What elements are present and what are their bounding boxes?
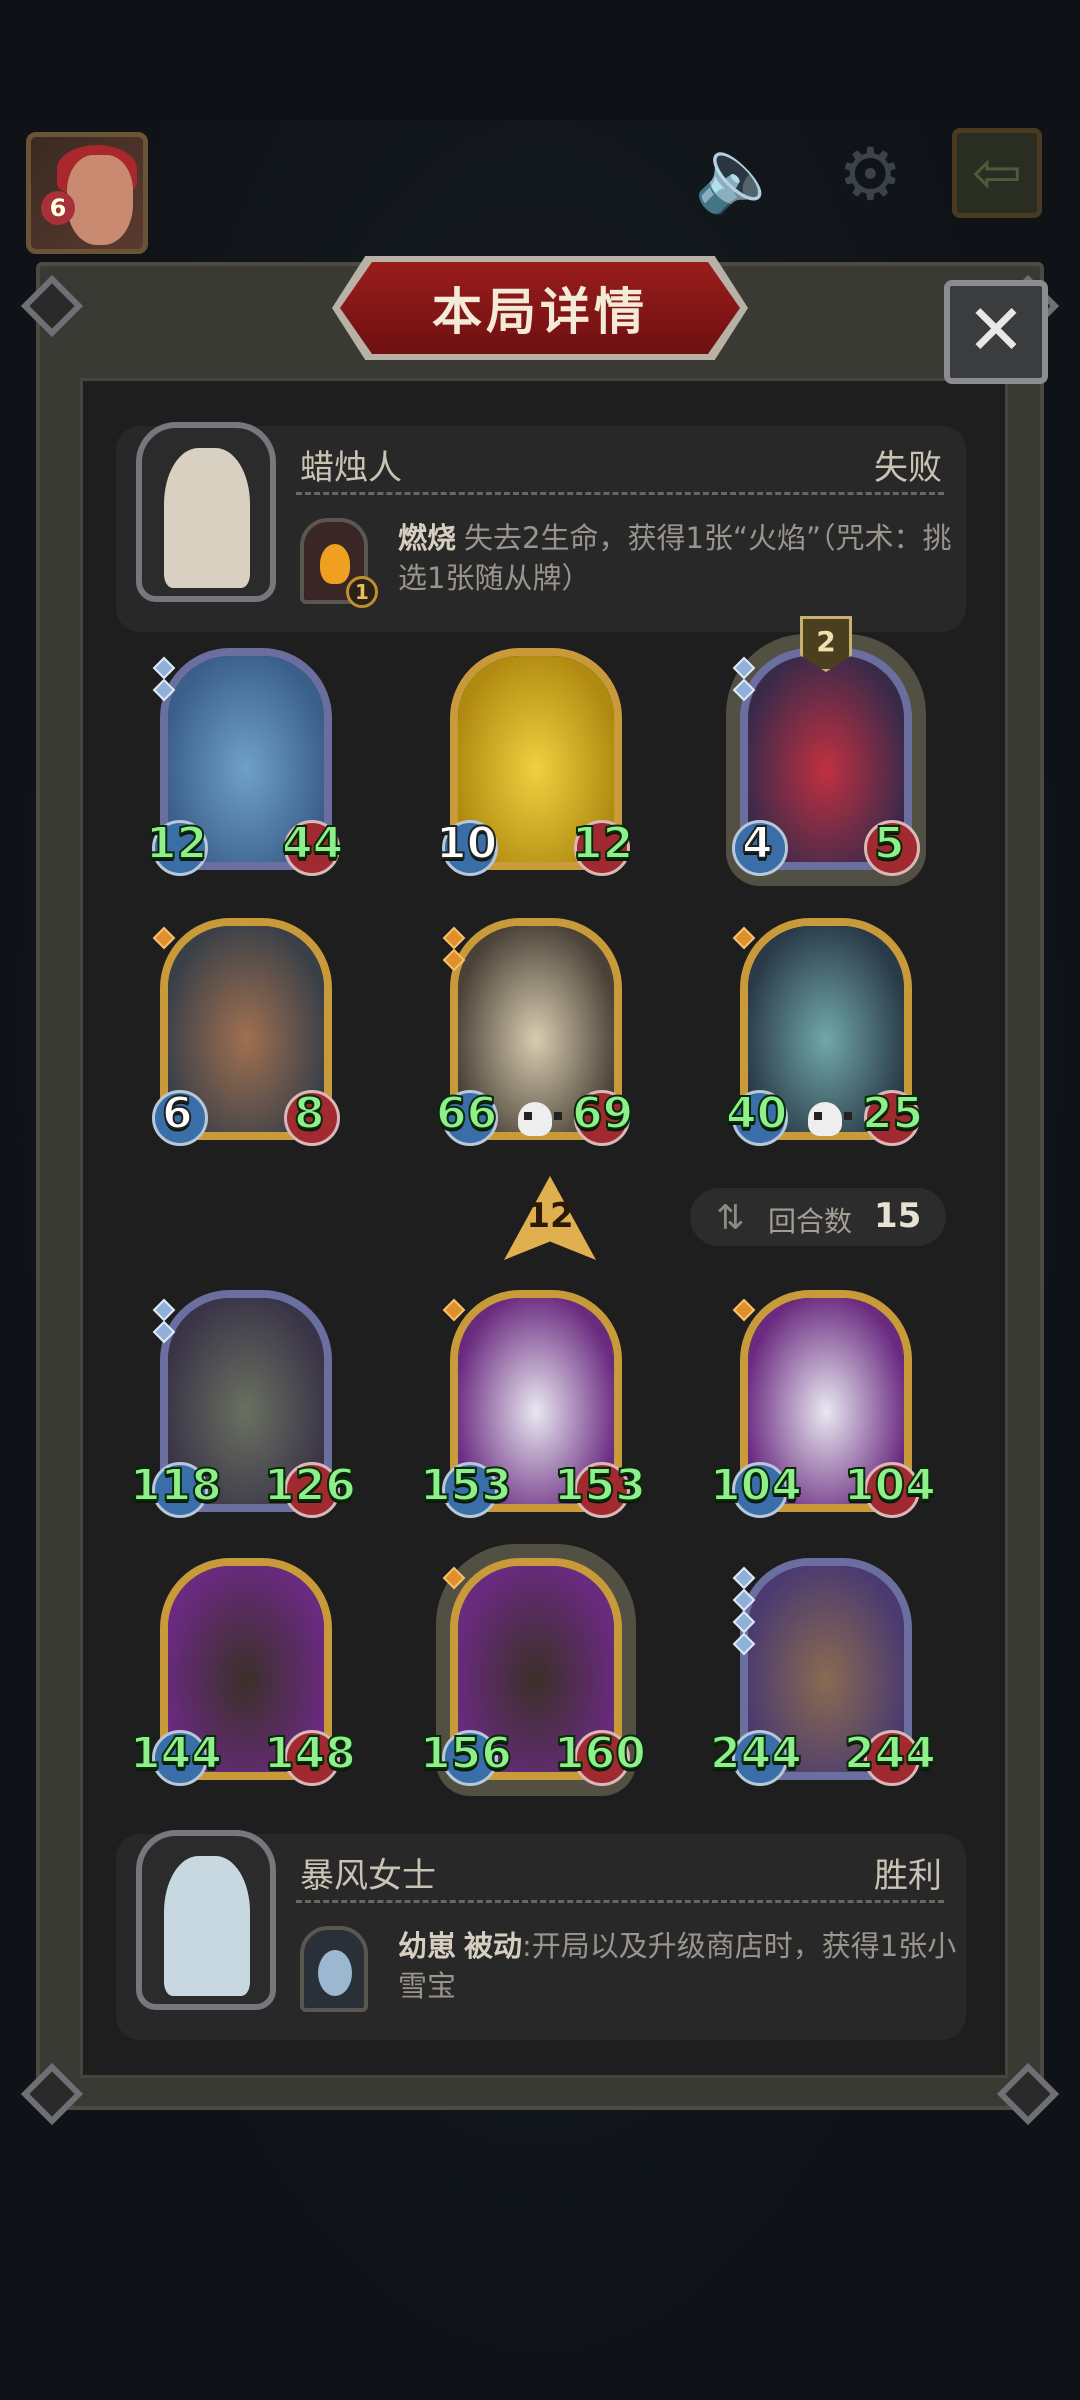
skull-icon bbox=[518, 1102, 562, 1136]
health-value: 126 bbox=[263, 1459, 357, 1512]
health-value: 69 bbox=[571, 1087, 634, 1140]
health-value: 12 bbox=[571, 817, 634, 870]
opponent-name: 蜡烛人 bbox=[300, 448, 402, 488]
attack-value: 118 bbox=[129, 1459, 223, 1512]
health-value: 148 bbox=[263, 1727, 357, 1780]
title-banner: 本局详情 bbox=[340, 262, 740, 354]
opponent-minion-card[interactable]: 66 69 bbox=[435, 918, 634, 1146]
player-portrait bbox=[136, 1830, 276, 2010]
avatar-face bbox=[67, 155, 133, 245]
turn-value: 15 bbox=[874, 1196, 922, 1236]
player-level-badge: 6 bbox=[41, 191, 75, 225]
attack-value: 104 bbox=[709, 1459, 803, 1512]
attack-value: 10 bbox=[435, 817, 498, 870]
attack-value: 244 bbox=[709, 1727, 803, 1780]
skull-icon bbox=[808, 1102, 852, 1136]
opponent-result: 失败 bbox=[874, 448, 942, 488]
player-avatar[interactable]: 6 bbox=[26, 132, 148, 254]
opponent-ability-description: 燃烧 失去2生命，获得1张“火焰”（咒术：挑选1张随从牌） bbox=[398, 518, 958, 598]
attack-value: 156 bbox=[419, 1727, 513, 1780]
storm-lady-figure bbox=[164, 1856, 250, 1996]
opponent-ability-name: 燃烧 bbox=[398, 521, 457, 555]
attack-value: 144 bbox=[129, 1727, 223, 1780]
gear-icon[interactable]: ⚙ bbox=[838, 138, 903, 210]
player-ability-name: 幼崽 bbox=[398, 1929, 457, 1963]
health-value: 153 bbox=[553, 1459, 647, 1512]
player-result: 胜利 bbox=[874, 1856, 942, 1896]
cub-ability-icon[interactable] bbox=[300, 1926, 368, 2012]
opponent-minion-card[interactable]: 10 12 bbox=[435, 648, 634, 876]
player-ability-type: 被动 bbox=[464, 1929, 523, 1963]
exit-button[interactable]: ⇦ bbox=[952, 128, 1042, 218]
divider bbox=[296, 1900, 944, 1903]
fire-ability-icon[interactable]: 1 bbox=[300, 518, 378, 608]
player-info-row: 暴风女士 胜利 幼崽 被动:开局以及升级商店时，获得1张小雪宝 bbox=[116, 1830, 966, 2040]
swap-icon: ⇅ bbox=[716, 1198, 745, 1238]
player-minion-card[interactable]: 118 126 bbox=[129, 1290, 357, 1518]
player-ability-description: 幼崽 被动:开局以及升级商店时，获得1张小雪宝 bbox=[398, 1926, 958, 2006]
ability-level-badge: 1 bbox=[346, 576, 378, 608]
opponent-portrait bbox=[136, 422, 276, 602]
health-value: 160 bbox=[553, 1727, 647, 1780]
attack-value: 153 bbox=[419, 1459, 513, 1512]
health-value: 8 bbox=[293, 1087, 326, 1140]
opponent-info-row: 蜡烛人 失败 1 燃烧 失去2生命，获得1张“火焰”（咒术：挑选1张随从牌） bbox=[116, 422, 966, 632]
opponent-minion-card[interactable]: 245 bbox=[726, 616, 926, 886]
close-icon: ✕ bbox=[966, 289, 1026, 371]
flame-icon bbox=[320, 544, 350, 584]
player-name: 暴风女士 bbox=[300, 1856, 436, 1896]
health-value: 25 bbox=[861, 1087, 924, 1140]
rank-number: 12 bbox=[526, 1196, 574, 1236]
attack-value: 12 bbox=[145, 817, 208, 870]
candle-man-figure bbox=[164, 448, 250, 588]
player-minion-card[interactable]: 153 153 bbox=[419, 1290, 647, 1518]
opponent-ability-text: 失去2生命，获得1张“火焰”（咒术：挑选1张随从牌） bbox=[398, 521, 952, 595]
player-minion-card[interactable]: 244 244 bbox=[709, 1558, 937, 1786]
opponent-minion-card[interactable]: 40 25 bbox=[725, 918, 924, 1146]
attack-value: 40 bbox=[725, 1087, 788, 1140]
player-minion-card[interactable]: 156 160 bbox=[419, 1544, 647, 1796]
turn-count-pill: ⇅ 回合数 15 bbox=[690, 1188, 946, 1246]
panel-title: 本局详情 bbox=[432, 283, 648, 341]
opponent-minion-card[interactable]: 68 bbox=[152, 918, 340, 1146]
snow-cub-icon bbox=[318, 1950, 352, 1996]
attack-value: 66 bbox=[435, 1087, 498, 1140]
opponent-minion-card[interactable]: 12 44 bbox=[145, 648, 344, 876]
health-value: 5 bbox=[873, 817, 906, 870]
health-value: 104 bbox=[843, 1459, 937, 1512]
turn-label: 回合数 bbox=[768, 1205, 853, 1238]
close-button[interactable]: ✕ bbox=[944, 280, 1048, 384]
top-strip bbox=[0, 0, 1080, 120]
exit-arrow-icon: ⇦ bbox=[971, 138, 1023, 208]
player-minion-card[interactable]: 144 148 bbox=[129, 1558, 357, 1786]
attack-value: 4 bbox=[741, 817, 774, 870]
divider bbox=[296, 492, 944, 495]
health-value: 244 bbox=[843, 1727, 937, 1780]
player-minion-card[interactable]: 104 104 bbox=[709, 1290, 937, 1518]
attack-value: 6 bbox=[161, 1087, 194, 1140]
health-value: 44 bbox=[281, 817, 344, 870]
speaker-mute-icon[interactable]: 🔈 bbox=[694, 138, 784, 210]
